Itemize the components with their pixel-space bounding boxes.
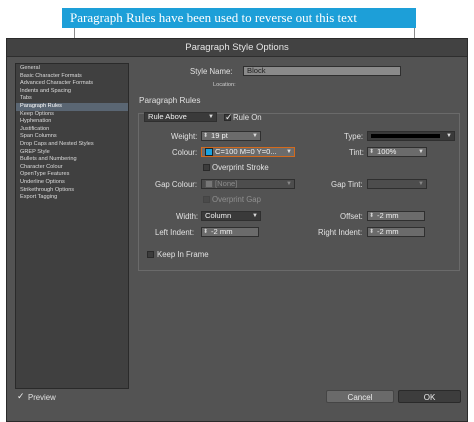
type-dropdown[interactable]: ▼ bbox=[367, 131, 455, 141]
chevron-down-icon: ▼ bbox=[208, 114, 214, 120]
stepper-icon[interactable]: ⬍ bbox=[369, 148, 374, 156]
rule-on-label: Rule On bbox=[233, 113, 262, 122]
weight-value: 19 pt bbox=[211, 131, 228, 140]
weight-input[interactable]: ⬍ 19 pt ▼ bbox=[201, 131, 261, 141]
chevron-down-icon: ▼ bbox=[418, 149, 424, 155]
left-indent-value: -2 mm bbox=[211, 227, 233, 236]
sidebar-item-keep-options[interactable]: Keep Options bbox=[16, 111, 128, 119]
gap-colour-label: Gap Colour: bbox=[155, 180, 198, 189]
right-indent-label: Right Indent: bbox=[318, 228, 363, 237]
stepper-icon[interactable]: ⬍ bbox=[203, 228, 208, 236]
preview-checkbox[interactable]: ✓ bbox=[17, 392, 25, 401]
none-swatch-icon bbox=[205, 180, 213, 188]
sidebar-item-opentype-features[interactable]: OpenType Features bbox=[16, 171, 128, 179]
tint-value: 100% bbox=[377, 147, 397, 156]
chevron-down-icon: ▼ bbox=[418, 181, 424, 187]
sidebar-item-bullets-and-numbering[interactable]: Bullets and Numbering bbox=[16, 156, 128, 164]
sidebar-item-character-colour[interactable]: Character Colour bbox=[16, 164, 128, 172]
colour-dropdown[interactable]: C=100 M=0 Y=0... ▼ bbox=[201, 147, 295, 157]
chevron-down-icon: ▼ bbox=[286, 181, 292, 187]
chevron-down-icon: ▼ bbox=[252, 133, 258, 139]
rule-position-value: Rule Above bbox=[148, 112, 187, 121]
width-value: Column bbox=[205, 211, 232, 220]
sidebar-item-drop-caps-and-nested-styles[interactable]: Drop Caps and Nested Styles bbox=[16, 141, 128, 149]
location-label: Location: bbox=[213, 82, 236, 88]
gap-colour-dropdown[interactable]: [None] ▼ bbox=[201, 179, 295, 189]
overprint-stroke-checkbox[interactable] bbox=[203, 164, 210, 171]
width-label: Width: bbox=[176, 212, 199, 221]
tint-label: Tint: bbox=[349, 148, 364, 157]
right-indent-value: -2 mm bbox=[377, 227, 399, 236]
solid-line-preview bbox=[371, 134, 440, 138]
left-indent-input[interactable]: ⬍ -2 mm bbox=[201, 227, 259, 237]
offset-input[interactable]: ⬍ -2 mm bbox=[367, 211, 425, 221]
colour-swatch-icon bbox=[205, 148, 213, 156]
type-label: Type: bbox=[344, 132, 364, 141]
gap-tint-input[interactable]: ▼ bbox=[367, 179, 427, 189]
offset-value: -2 mm bbox=[377, 211, 399, 220]
category-list[interactable]: General Basic Character Formats Advanced C… bbox=[15, 63, 129, 389]
sidebar-item-underline-options[interactable]: Underline Options bbox=[16, 179, 128, 187]
style-name-input[interactable]: Block bbox=[243, 66, 401, 76]
style-name-label: Style Name: bbox=[190, 67, 233, 76]
sidebar-item-export-tagging[interactable]: Export Tagging bbox=[16, 194, 128, 202]
checkmark-icon: ✓ bbox=[225, 112, 233, 122]
sidebar-item-span-columns[interactable]: Span Columns bbox=[16, 133, 128, 141]
ok-button[interactable]: OK bbox=[398, 390, 461, 403]
gap-tint-label: Gap Tint: bbox=[331, 180, 363, 189]
sidebar-item-general[interactable]: General bbox=[16, 65, 128, 73]
tint-input[interactable]: ⬍ 100% ▼ bbox=[367, 147, 427, 157]
sidebar-item-basic-character-formats[interactable]: Basic Character Formats bbox=[16, 73, 128, 81]
dialog-title: Paragraph Style Options bbox=[7, 39, 467, 57]
rule-position-dropdown[interactable]: Rule Above ▼ bbox=[144, 112, 217, 122]
preview-label: Preview bbox=[28, 393, 56, 402]
sidebar-item-strikethrough-options[interactable]: Strikethrough Options bbox=[16, 187, 128, 195]
sidebar-item-tabs[interactable]: Tabs bbox=[16, 95, 128, 103]
overprint-stroke-label: Overprint Stroke bbox=[212, 163, 269, 172]
sidebar-item-indents-and-spacing[interactable]: Indents and Spacing bbox=[16, 88, 128, 96]
section-title: Paragraph Rules bbox=[139, 96, 201, 105]
sidebar-item-paragraph-rules[interactable]: Paragraph Rules bbox=[16, 102, 128, 111]
overprint-gap-checkbox[interactable] bbox=[203, 196, 210, 203]
keep-in-frame-checkbox[interactable] bbox=[147, 251, 154, 258]
chevron-down-icon: ▼ bbox=[252, 213, 258, 219]
sidebar-item-grep-style[interactable]: GREP Style bbox=[16, 149, 128, 157]
left-indent-label: Left Indent: bbox=[155, 228, 195, 237]
colour-value: C=100 M=0 Y=0... bbox=[215, 147, 277, 156]
rule-on-checkbox[interactable]: ✓ bbox=[224, 112, 233, 122]
cancel-button[interactable]: Cancel bbox=[326, 390, 394, 403]
weight-label: Weight: bbox=[171, 132, 198, 141]
chevron-down-icon: ▼ bbox=[446, 133, 452, 139]
offset-label: Offset: bbox=[340, 212, 363, 221]
paragraph-style-options-dialog: Paragraph Style Options General Basic Cha… bbox=[6, 38, 468, 422]
overprint-gap-label: Overprint Gap bbox=[212, 195, 261, 204]
banner-text: Paragraph Rules have been used to revers… bbox=[62, 8, 416, 28]
gap-colour-value: [None] bbox=[215, 179, 238, 188]
right-indent-input[interactable]: ⬍ -2 mm bbox=[367, 227, 425, 237]
stepper-icon[interactable]: ⬍ bbox=[369, 212, 374, 220]
colour-label: Colour: bbox=[172, 148, 198, 157]
chevron-down-icon: ▼ bbox=[286, 149, 292, 155]
stepper-icon[interactable]: ⬍ bbox=[203, 132, 208, 140]
sidebar-item-hyphenation[interactable]: Hyphenation bbox=[16, 118, 128, 126]
sidebar-item-justification[interactable]: Justification bbox=[16, 126, 128, 134]
width-dropdown[interactable]: Column ▼ bbox=[201, 211, 261, 221]
stepper-icon[interactable]: ⬍ bbox=[369, 228, 374, 236]
keep-in-frame-label: Keep In Frame bbox=[157, 250, 209, 259]
sidebar-item-advanced-character-formats[interactable]: Advanced Character Formats bbox=[16, 80, 128, 88]
